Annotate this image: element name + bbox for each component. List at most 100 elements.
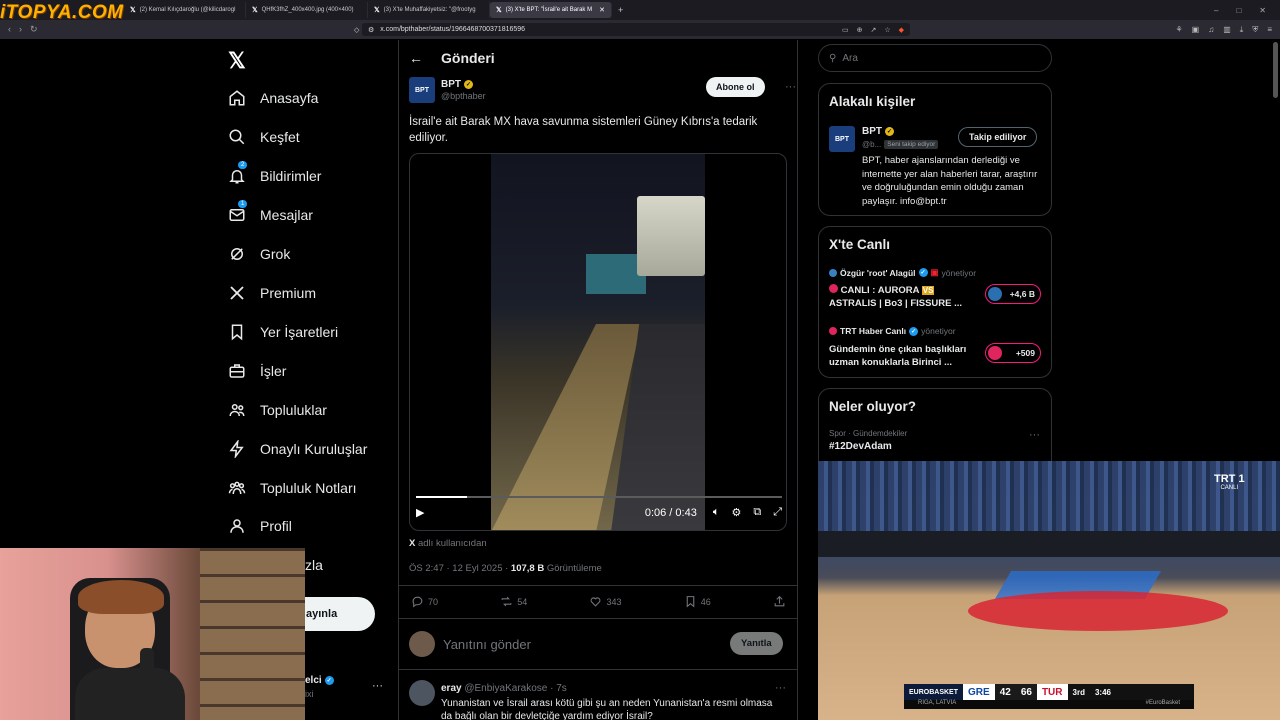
relevant-handle[interactable]: @b... [862, 140, 881, 149]
more-options-icon[interactable]: ··· [372, 680, 383, 692]
nav-item-messages[interactable]: 1 Mesajlar [228, 200, 313, 224]
forward-icon[interactable]: › [19, 24, 22, 35]
url-field[interactable]: ⚙ x.com/bpthaber/status/1966468700371816… [362, 23, 910, 36]
author-handle[interactable]: @bpthaber [441, 91, 486, 101]
avatar[interactable]: BPT [829, 126, 855, 152]
video-controls-right: 0:06 / 0:43 🔈︎ ⚙ ⧉ ⤢ [645, 506, 782, 519]
back-arrow-icon[interactable]: ← [409, 50, 423, 66]
screenshot-icon[interactable]: ▭ [842, 26, 849, 34]
post-button[interactable]: ayınla [305, 597, 375, 631]
more-options-icon[interactable]: ··· [775, 682, 786, 694]
volume-icon[interactable]: 🔈︎ [713, 506, 720, 519]
reply-input[interactable]: Yanıtını gönder [443, 637, 531, 652]
nav-label: Yer İşaretleri [260, 324, 339, 340]
reply-post[interactable]: eray @EnbiyaKarakose · 7s ··· Yunanistan… [409, 680, 789, 720]
nav-item-jobs[interactable]: İşler [228, 362, 286, 380]
downloads-icon[interactable]: ⤓ [1240, 25, 1244, 35]
views-count: 107,8 B [510, 563, 545, 574]
sidebar-icon[interactable]: ▥ [1223, 25, 1231, 35]
nav-label: Grok [260, 246, 291, 262]
nav-item-notifications[interactable]: 2 Bildirimler [228, 161, 321, 185]
x-logo-icon: 𝕏 [130, 7, 136, 14]
browser-tab-active[interactable]: 𝕏 (3) X'te BPT: "İsrail'e ait Barak M ✕ [490, 2, 612, 18]
avatar[interactable] [409, 680, 435, 706]
nav-item-verified-orgs[interactable]: Onaylı Kuruluşlar [228, 440, 367, 458]
browser-tab[interactable]: 𝕏 QHfK3fhZ_400x400.jpg (400×400) [246, 2, 368, 18]
close-window-icon[interactable]: ✕ [1259, 6, 1266, 15]
url-actions: ▭ ⊕ ↗ ☆ ◆ [842, 26, 910, 34]
fullscreen-icon[interactable]: ⤢ [773, 506, 782, 519]
page-scrollbar[interactable] [1273, 42, 1278, 98]
star-icon[interactable]: ☆ [884, 26, 890, 34]
video-progress-bar[interactable] [416, 496, 782, 498]
url-text: x.com/bpthaber/status/196646870037181659… [380, 26, 526, 33]
subscribe-button[interactable]: Abone ol [706, 77, 765, 97]
live-host-name: Özgür 'root' Alagül [840, 267, 916, 278]
live-host-row[interactable]: TRT Haber Canlı ✓ yönetiyor [829, 326, 956, 336]
trend-tag[interactable]: #12DevAdam [829, 441, 892, 452]
extension-icon[interactable]: ⚘ [1175, 25, 1182, 35]
live-title[interactable]: Gündemin öne çıkan başlıkları uzman konu… [829, 343, 974, 369]
nav-item-communities[interactable]: Topluluklar [228, 401, 327, 419]
new-tab-button[interactable]: + [612, 5, 629, 15]
play-icon[interactable]: ▶ [416, 506, 424, 519]
avatar[interactable]: BPT [409, 77, 435, 103]
close-tab-icon[interactable]: ✕ [599, 6, 605, 14]
share-icon[interactable]: ↗ [870, 26, 876, 34]
account-switcher[interactable]: elci ✓ [305, 675, 334, 686]
live-listener-count[interactable]: +509 [985, 343, 1041, 363]
divider [399, 585, 797, 586]
browser-tab[interactable]: 𝕏 (3) X'te Muhaffakiyetsiz: "@frootyg [368, 2, 490, 18]
tab-label: QHfK3fhZ_400x400.jpg (400×400) [261, 7, 354, 13]
nav-item-home[interactable]: Anasayfa [228, 89, 318, 107]
nav-item-premium[interactable]: Premium [228, 284, 316, 302]
envelope-icon [229, 209, 245, 221]
live-host-row[interactable]: Özgür 'root' Alagül ✓ ▣ yönetiyor [829, 267, 976, 278]
nav-item-explore[interactable]: Keşfet [228, 128, 300, 146]
vpn-icon[interactable]: ⛨ [1252, 25, 1258, 35]
more-options-icon[interactable]: ··· [785, 81, 796, 93]
live-dot-icon [829, 284, 838, 293]
x-logo-icon[interactable]: 𝕏 [228, 48, 246, 74]
nav-item-more[interactable]: zla [305, 557, 323, 573]
repost-button[interactable]: 54 [500, 595, 527, 608]
reload-icon[interactable]: ↻ [30, 24, 38, 35]
maximize-icon[interactable]: □ [1236, 6, 1241, 15]
author-name-row[interactable]: BPT ✓ [441, 79, 473, 90]
reply-author[interactable]: eray @EnbiyaKarakose · 7s [441, 683, 567, 694]
streamer-body [75, 668, 185, 720]
nav-label: Premium [260, 285, 317, 301]
shield-icon[interactable]: ◆ [899, 26, 904, 34]
video-player[interactable]: ▶ 0:06 / 0:43 🔈︎ ⚙ ⧉ ⤢ [409, 153, 787, 531]
site-info-icon[interactable]: ⚙ [368, 26, 374, 34]
post-timestamp[interactable]: ÖS 2:47 · 12 Eyl 2025 · [409, 563, 511, 574]
video-frame [491, 154, 705, 530]
zoom-icon[interactable]: ⊕ [857, 26, 863, 34]
tab-label: (3) X'te BPT: "İsrail'e ait Barak M [505, 7, 593, 13]
pip-icon[interactable]: ⧉ [753, 506, 761, 519]
back-icon[interactable]: ‹ [8, 24, 11, 35]
live-title[interactable]: CANLI : AURORA VS ASTRALIS | Bo3 | FISSU… [829, 284, 974, 310]
nav-item-profile[interactable]: Profil [228, 517, 292, 535]
bookmark-button[interactable]: 46 [684, 595, 711, 608]
settings-icon[interactable]: ⚙ [731, 506, 741, 519]
browser-tab[interactable]: 𝕏 (2) Kemal Kılıçdaroğlu (@kilicdarogl [124, 2, 246, 18]
minimize-icon[interactable]: – [1214, 6, 1218, 15]
share-button[interactable] [773, 595, 786, 608]
music-icon[interactable]: ♫ [1208, 25, 1214, 35]
bookmark-page-icon[interactable]: ◇ [354, 26, 359, 34]
menu-icon[interactable]: ≡ [1267, 25, 1272, 35]
like-button[interactable]: 343 [589, 595, 622, 608]
relevant-name-row[interactable]: BPT ✓ [862, 126, 894, 137]
reply-button[interactable]: 70 [411, 595, 438, 608]
repost-count: 54 [517, 596, 528, 607]
wallet-icon[interactable]: ▣ [1192, 25, 1200, 35]
more-options-icon[interactable]: ··· [1029, 429, 1040, 441]
live-listener-count[interactable]: +4,6 B [985, 284, 1041, 304]
nav-item-bookmarks[interactable]: Yer İşaretleri [228, 323, 338, 341]
search-input[interactable]: ⚲ Ara [818, 44, 1052, 72]
nav-item-community-notes[interactable]: Topluluk Notları [228, 479, 357, 497]
reply-submit-button[interactable]: Yanıtla [730, 632, 783, 655]
following-button[interactable]: Takip ediliyor [958, 127, 1038, 147]
nav-item-grok[interactable]: Grok [228, 245, 290, 263]
